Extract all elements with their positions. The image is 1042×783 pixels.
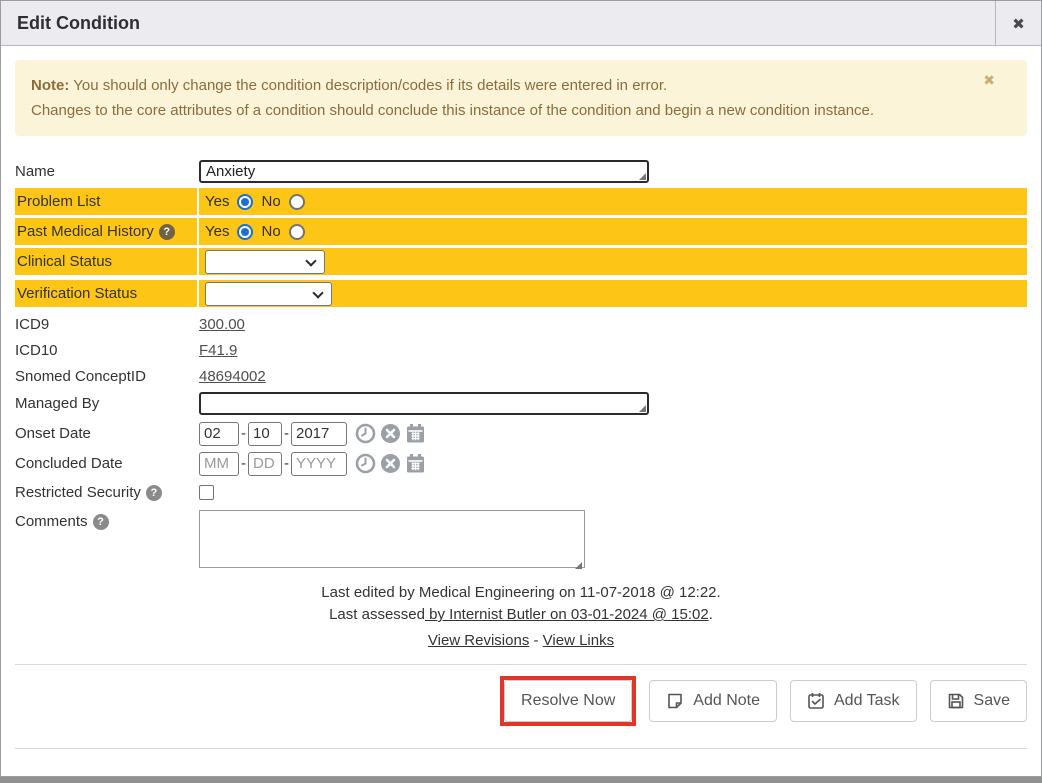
page-title: Edit Condition xyxy=(1,13,140,34)
modal-shadow xyxy=(0,777,1042,783)
last-edited-text: Last edited by Medical Engineering on 11… xyxy=(15,582,1027,604)
concluded-month-input[interactable] xyxy=(199,452,239,476)
onset-year-input[interactable] xyxy=(291,422,347,446)
calendar-check-icon xyxy=(807,692,825,710)
resolve-now-button[interactable]: Resolve Now xyxy=(504,680,632,722)
onset-date-label: Onset Date xyxy=(15,425,197,442)
comments-textarea[interactable] xyxy=(199,510,585,568)
note-dismiss-icon[interactable]: ✖ xyxy=(983,73,995,87)
icd9-label: ICD9 xyxy=(15,316,197,333)
help-icon[interactable]: ? xyxy=(146,485,162,501)
clock-icon[interactable] xyxy=(355,423,376,444)
view-links-link[interactable]: View Links xyxy=(543,632,614,649)
comments-label: Comments xyxy=(15,513,88,530)
past-medical-history-row: Past Medical History ? Yes No xyxy=(15,218,1027,245)
managed-by-label: Managed By xyxy=(15,395,197,412)
audit-info: Last edited by Medical Engineering on 11… xyxy=(15,582,1027,652)
pmh-no-label: No xyxy=(261,223,280,240)
onset-month-input[interactable] xyxy=(199,422,239,446)
icd10-label: ICD10 xyxy=(15,342,197,359)
note-line-2: Changes to the core attributes of a cond… xyxy=(31,98,987,123)
revision-links: View Revisions - View Links xyxy=(15,630,1027,652)
verification-status-label: Verification Status xyxy=(15,280,197,307)
chevron-down-icon xyxy=(312,287,323,298)
onset-day-input[interactable] xyxy=(248,422,282,446)
concluded-date-row: Concluded Date - - xyxy=(15,450,1027,477)
snomed-label: Snomed ConceptID xyxy=(15,368,197,385)
calendar-icon[interactable] xyxy=(405,453,426,474)
past-medical-history-label: Past Medical History xyxy=(17,223,154,240)
icd9-row: ICD9 300.00 xyxy=(15,312,1027,337)
concluded-date-label: Concluded Date xyxy=(15,455,197,472)
resize-handle[interactable] xyxy=(575,562,582,569)
save-button[interactable]: Save xyxy=(930,680,1027,722)
pmh-yes-label: Yes xyxy=(205,223,229,240)
icd10-code-link[interactable]: F41.9 xyxy=(199,342,237,359)
save-icon xyxy=(947,692,965,710)
clinical-status-label: Clinical Status xyxy=(15,248,197,275)
clinical-status-select[interactable] xyxy=(205,250,325,274)
snomed-code-link[interactable]: 48694002 xyxy=(199,368,266,385)
footer-toolbar: Resolve Now Add Note Add Task Save xyxy=(1,665,1041,738)
resize-handle[interactable] xyxy=(639,405,646,412)
add-note-button[interactable]: Add Note xyxy=(649,680,777,722)
restricted-security-label: Restricted Security xyxy=(15,484,141,501)
onset-date-row: Onset Date - - xyxy=(15,420,1027,447)
concluded-day-input[interactable] xyxy=(248,452,282,476)
pmh-yes-radio[interactable] xyxy=(237,224,253,240)
edit-condition-modal: Edit Condition ✖ Note: You should only c… xyxy=(0,0,1042,777)
restricted-security-checkbox[interactable] xyxy=(199,485,214,500)
comments-row: Comments ? xyxy=(15,510,1027,572)
calendar-icon[interactable] xyxy=(405,423,426,444)
managed-by-row: Managed By xyxy=(15,390,1027,417)
icd10-row: ICD10 F41.9 xyxy=(15,338,1027,363)
clear-date-icon[interactable] xyxy=(380,423,401,444)
icd9-code-link[interactable]: 300.00 xyxy=(199,316,245,333)
concluded-year-input[interactable] xyxy=(291,452,347,476)
modal-header: Edit Condition ✖ xyxy=(1,1,1041,46)
bottom-divider xyxy=(15,748,1027,749)
close-icon: ✖ xyxy=(1012,15,1025,33)
problem-list-no-label: No xyxy=(261,193,280,210)
problem-list-label: Problem List xyxy=(15,188,197,215)
pmh-no-radio[interactable] xyxy=(289,224,305,240)
clinical-status-row: Clinical Status xyxy=(15,248,1027,275)
problem-list-yes-label: Yes xyxy=(205,193,229,210)
verification-status-row: Verification Status xyxy=(15,280,1027,307)
note-icon xyxy=(666,692,684,710)
note-line-1: Note: You should only change the conditi… xyxy=(31,73,987,98)
chevron-down-icon xyxy=(305,255,316,266)
clock-icon[interactable] xyxy=(355,453,376,474)
edit-condition-form: Name Problem List Yes No Past xyxy=(1,150,1041,652)
name-input[interactable] xyxy=(199,160,649,183)
note-banner: Note: You should only change the conditi… xyxy=(15,60,1027,136)
help-icon[interactable]: ? xyxy=(93,514,109,530)
restricted-security-row: Restricted Security ? xyxy=(15,480,1027,505)
last-assessed-link[interactable]: by Internist Butler on 03-01-2024 @ 15:0… xyxy=(425,606,709,623)
verification-status-select[interactable] xyxy=(205,282,332,306)
problem-list-no-radio[interactable] xyxy=(289,194,305,210)
resize-handle[interactable] xyxy=(639,173,646,180)
name-label: Name xyxy=(15,163,197,180)
view-revisions-link[interactable]: View Revisions xyxy=(428,632,529,649)
add-task-button[interactable]: Add Task xyxy=(790,680,917,722)
clear-date-icon[interactable] xyxy=(380,453,401,474)
close-button[interactable]: ✖ xyxy=(995,1,1041,46)
name-row: Name xyxy=(15,158,1027,185)
snomed-row: Snomed ConceptID 48694002 xyxy=(15,364,1027,389)
managed-by-input[interactable] xyxy=(199,392,649,415)
annotation-highlight-box: Resolve Now xyxy=(500,676,636,726)
problem-list-yes-radio[interactable] xyxy=(237,194,253,210)
problem-list-row: Problem List Yes No xyxy=(15,188,1027,215)
note-label: Note: xyxy=(31,77,69,94)
last-assessed-text: Last assessed by Internist Butler on 03-… xyxy=(15,604,1027,626)
help-icon[interactable]: ? xyxy=(159,224,175,240)
